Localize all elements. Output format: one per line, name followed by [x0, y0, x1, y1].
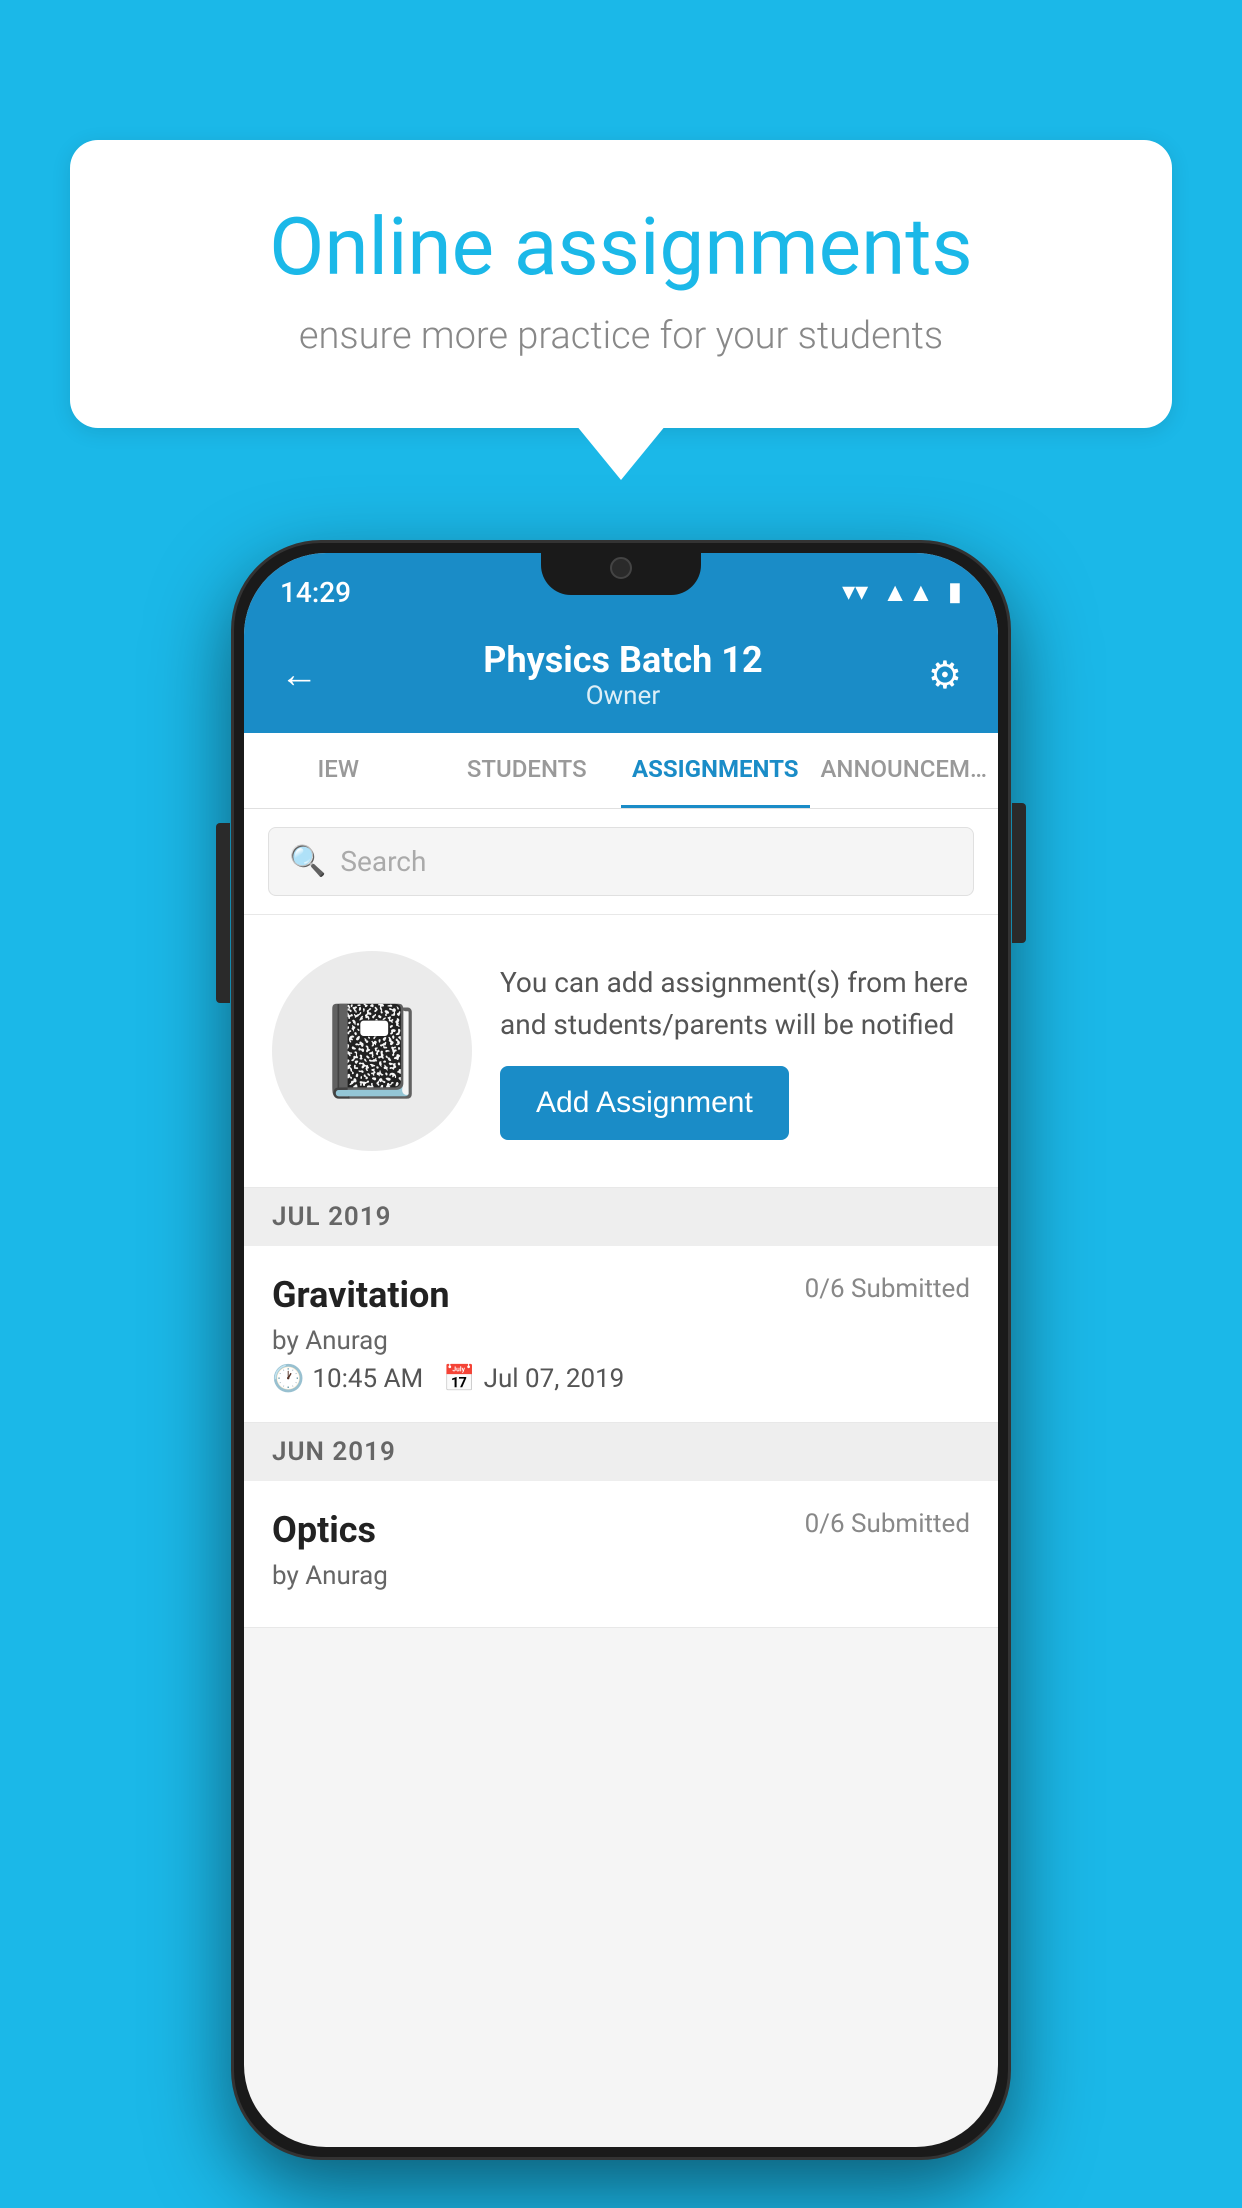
status-icons: ▾▾ ▲▲ ▮ — [842, 577, 962, 608]
speech-bubble-title: Online assignments — [140, 200, 1102, 294]
assignment-meta: 🕐 10:45 AM 📅 Jul 07, 2019 — [272, 1364, 970, 1394]
search-icon: 🔍 — [289, 844, 326, 879]
add-assignment-button[interactable]: Add Assignment — [500, 1066, 789, 1140]
assignment-item-optics[interactable]: Optics 0/6 Submitted by Anurag — [244, 1481, 998, 1628]
notebook-icon: 📓 — [316, 999, 428, 1104]
empty-text: You can add assignment(s) from here and … — [500, 962, 970, 1140]
signal-icon: ▲▲ — [882, 577, 933, 608]
gear-icon[interactable]: ⚙ — [928, 653, 962, 698]
month-section-jun: JUN 2019 — [244, 1423, 998, 1481]
assignment-item-gravitation[interactable]: Gravitation 0/6 Submitted by Anurag 🕐 10… — [244, 1246, 998, 1423]
calendar-icon: 📅 — [443, 1364, 475, 1394]
assignment-header-optics: Optics 0/6 Submitted — [272, 1509, 970, 1551]
tab-announcements[interactable]: ANNOUNCEM… — [810, 733, 999, 808]
assignment-header: Gravitation 0/6 Submitted — [272, 1274, 970, 1316]
phone-screen: 14:29 ▾▾ ▲▲ ▮ ← Physics Batch 12 Owner ⚙ — [244, 553, 998, 2147]
wifi-icon: ▾▾ — [842, 577, 868, 607]
tabs-bar: IEW STUDENTS ASSIGNMENTS ANNOUNCEM… — [244, 733, 998, 809]
tab-iew[interactable]: IEW — [244, 733, 433, 808]
status-time: 14:29 — [280, 576, 351, 609]
assignment-submitted: 0/6 Submitted — [805, 1274, 970, 1304]
speech-bubble-container: Online assignments ensure more practice … — [70, 140, 1172, 428]
notch-camera — [610, 557, 632, 579]
assignment-by: by Anurag — [272, 1326, 970, 1356]
assignment-name: Gravitation — [272, 1274, 450, 1316]
empty-icon-circle: 📓 — [272, 951, 472, 1151]
phone-outer: 14:29 ▾▾ ▲▲ ▮ ← Physics Batch 12 Owner ⚙ — [231, 540, 1011, 2160]
header-title: Physics Batch 12 — [483, 639, 762, 681]
tab-assignments[interactable]: ASSIGNMENTS — [621, 733, 810, 808]
back-button[interactable]: ← — [280, 653, 318, 697]
assignment-time: 10:45 AM — [312, 1364, 423, 1394]
header-center: Physics Batch 12 Owner — [483, 639, 762, 711]
search-input-wrap[interactable]: 🔍 Search — [268, 827, 974, 896]
speech-bubble-subtitle: ensure more practice for your students — [140, 314, 1102, 358]
assignment-name-optics: Optics — [272, 1509, 376, 1551]
tab-students[interactable]: STUDENTS — [433, 733, 622, 808]
assignment-date: Jul 07, 2019 — [484, 1364, 625, 1394]
speech-bubble: Online assignments ensure more practice … — [70, 140, 1172, 428]
month-section-jul: JUL 2019 — [244, 1188, 998, 1246]
empty-description: You can add assignment(s) from here and … — [500, 962, 970, 1046]
notch — [541, 543, 701, 595]
clock-icon: 🕐 — [272, 1364, 304, 1394]
battery-icon: ▮ — [948, 577, 962, 607]
search-placeholder: Search — [340, 845, 426, 878]
meta-date: 📅 Jul 07, 2019 — [443, 1364, 624, 1394]
empty-state: 📓 You can add assignment(s) from here an… — [244, 915, 998, 1188]
meta-time: 🕐 10:45 AM — [272, 1364, 423, 1394]
assignment-by-optics: by Anurag — [272, 1561, 970, 1591]
app-header: ← Physics Batch 12 Owner ⚙ — [244, 621, 998, 733]
assignment-submitted-optics: 0/6 Submitted — [805, 1509, 970, 1539]
phone-wrapper: 14:29 ▾▾ ▲▲ ▮ ← Physics Batch 12 Owner ⚙ — [231, 540, 1011, 2160]
header-subtitle: Owner — [483, 681, 762, 711]
search-bar: 🔍 Search — [244, 809, 998, 915]
